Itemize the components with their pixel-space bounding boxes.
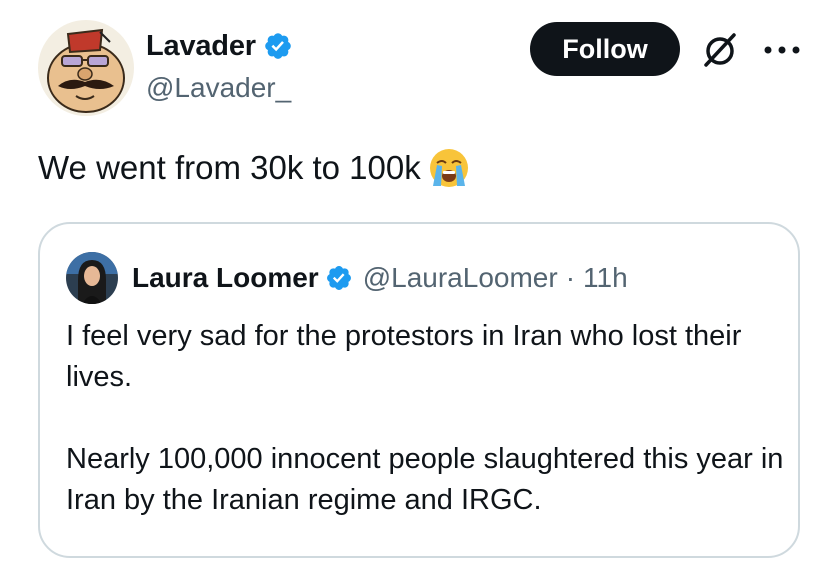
author-avatar[interactable] [38,20,134,116]
quoted-tweet-paragraph-1: I feel very sad for the protestors in Ir… [66,320,742,393]
quoted-tweet-paragraph-2: Nearly 100,000 innocent people slaughter… [66,443,784,516]
quoted-tweet-header: Laura Loomer @LauraLoomer · 11h [132,258,628,298]
quoted-tweet-timestamp[interactable]: 11h [583,262,628,294]
verified-badge-icon[interactable] [263,31,293,61]
header-separator: · [565,262,576,293]
quoted-author-avatar[interactable] [66,252,118,304]
author-name-row: Lavader [146,26,293,66]
mustache-cartoon-avatar-icon [38,20,134,116]
follow-button[interactable]: Follow [530,22,680,76]
tweet-text-row: We went from 30k to 100k [38,146,471,190]
author-display-name[interactable]: Lavader [146,30,256,63]
quoted-author-handle[interactable]: @LauraLoomer [363,262,558,294]
more-options-icon[interactable] [762,44,802,56]
verified-badge-icon[interactable] [325,264,353,292]
profile-photo-icon [66,252,118,304]
quoted-tweet-card[interactable]: Laura Loomer @LauraLoomer · 11h I feel v… [38,222,800,558]
loudly-crying-face-emoji-icon [429,149,468,187]
quoted-tweet-body: I feel very sad for the protestors in Ir… [66,316,786,521]
quoted-author-name[interactable]: Laura Loomer [132,262,319,294]
tweet-text: We went from 30k to 100k [38,149,421,186]
grok-icon[interactable] [700,30,740,70]
author-handle[interactable]: @Lavader_ [146,72,291,104]
